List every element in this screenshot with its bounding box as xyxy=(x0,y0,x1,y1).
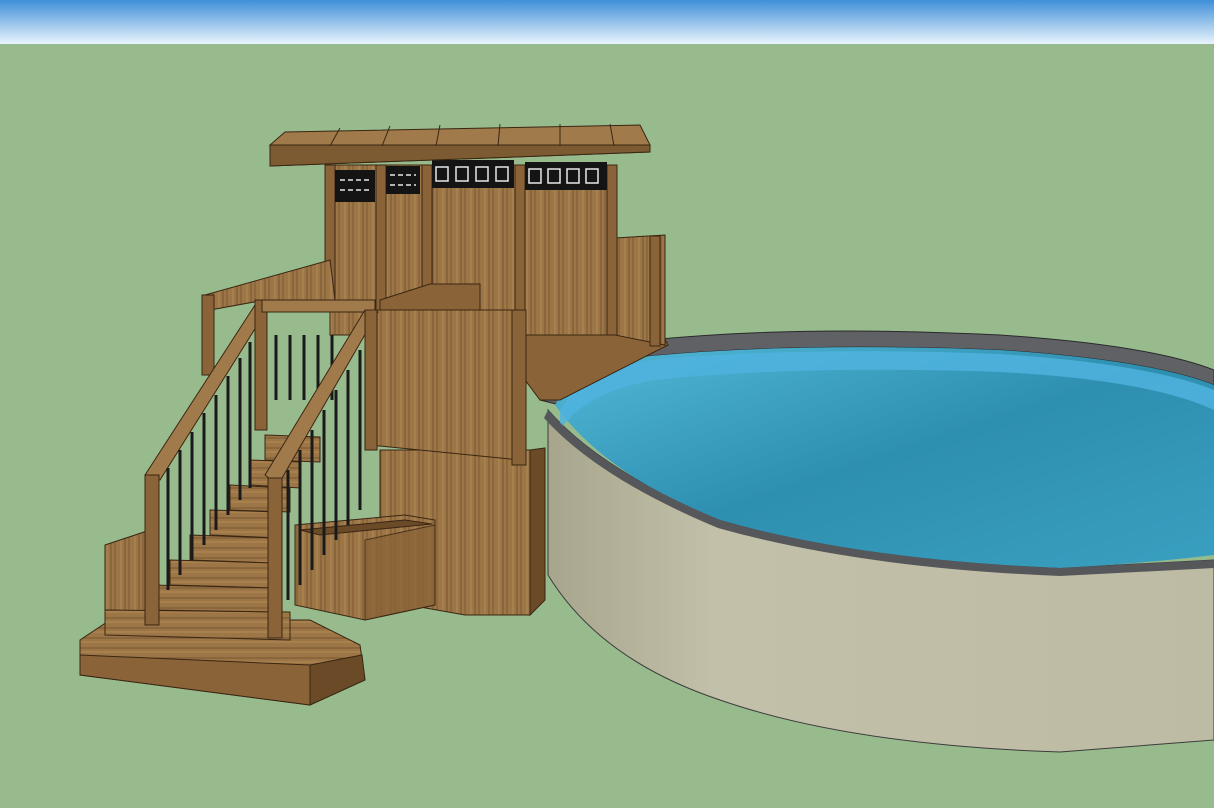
landing-front-wall xyxy=(369,309,521,461)
post xyxy=(649,235,661,347)
3d-viewport[interactable] xyxy=(0,0,1214,808)
scene-canvas[interactable] xyxy=(0,0,1214,808)
sky xyxy=(0,0,1214,44)
landing-post xyxy=(201,294,215,376)
post xyxy=(606,164,618,336)
post xyxy=(375,164,387,311)
planter-box xyxy=(294,514,436,621)
landing-post xyxy=(511,309,527,466)
deck-lower-side xyxy=(529,447,546,617)
stair-side-box xyxy=(104,529,151,621)
